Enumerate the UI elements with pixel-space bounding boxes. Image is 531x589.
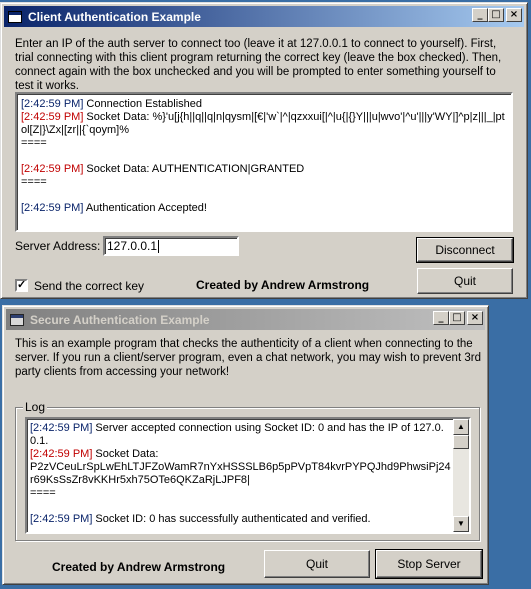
server-log-box[interactable]: [2:42:59 PM] Server accepted connection …	[25, 417, 471, 534]
text-caret	[158, 239, 160, 253]
server-log-content: [2:42:59 PM] Server accepted connection …	[30, 422, 451, 526]
server-address-label: Server Address:	[15, 239, 101, 253]
log-timestamp: [2:42:59 PM]	[21, 163, 84, 175]
client-description: Enter an IP of the auth server to connec…	[15, 38, 502, 92]
scroll-thumb[interactable]	[453, 435, 469, 449]
minimize-button[interactable]: _	[472, 8, 488, 22]
send-key-label[interactable]: Send the correct key	[34, 279, 144, 293]
log-timestamp: [2:42:59 PM]	[30, 513, 93, 525]
log-text: P2zVCeuLrSpLwEhLTJFZoWamR7nYxHSSSLB6p5pP…	[30, 461, 451, 486]
log-line: [2:42:59 PM] Socket Data:	[30, 448, 451, 461]
maximize-button[interactable]: □	[488, 8, 504, 22]
log-timestamp: [2:42:59 PM]	[21, 98, 84, 110]
close-button[interactable]: ×	[506, 8, 522, 22]
log-text: Socket Data: %}'u[j{h||q||q|n|qysm|[€|'w…	[21, 111, 505, 136]
close-button[interactable]: ×	[467, 311, 483, 325]
log-text: ====	[21, 137, 47, 149]
client-quit-label: Quit	[453, 274, 476, 288]
server-address-value: 127.0.0.1	[107, 239, 158, 253]
server-titlebar[interactable]: Secure Authentication Example _ □ ×	[6, 309, 485, 330]
log-text: Authentication Accepted!	[83, 202, 207, 214]
log-line: [2:42:59 PM] Connection Established	[21, 98, 507, 111]
server-credit: Created by Andrew Armstrong	[52, 560, 226, 574]
log-line: P2zVCeuLrSpLwEhLTJFZoWamR7nYxHSSSLB6p5pP…	[30, 461, 451, 487]
log-group-label: Log	[23, 400, 48, 414]
send-key-checkbox[interactable]: ✓	[15, 279, 28, 292]
maximize-button[interactable]: □	[449, 311, 465, 325]
log-line: [2:42:59 PM] Authentication Accepted!	[21, 202, 507, 215]
log-line: [2:42:59 PM] Socket Data: %}'u[j{h||q||q…	[21, 111, 507, 137]
disconnect-button-label: Disconnect	[435, 243, 495, 257]
scroll-down-arrow-icon[interactable]: ▼	[453, 516, 469, 532]
app-window-icon	[8, 10, 22, 23]
server-window: Secure Authentication Example _ □ × This…	[2, 305, 489, 585]
scroll-up-arrow-icon[interactable]: ▲	[453, 419, 469, 435]
log-line: [2:42:59 PM] Socket ID: 0 has successful…	[30, 513, 451, 526]
log-timestamp: [2:42:59 PM]	[21, 111, 84, 123]
log-line: ====	[21, 137, 507, 150]
client-titlebar[interactable]: Client Authentication Example _ □ ×	[4, 6, 524, 27]
log-text: Socket Data: AUTHENTICATION|GRANTED	[83, 163, 305, 175]
client-log-content: [2:42:59 PM] Connection Established [2:42…	[21, 98, 507, 215]
log-text: Connection Established	[83, 98, 203, 110]
server-window-controls: _ □ ×	[433, 311, 483, 325]
log-timestamp: [2:42:59 PM]	[30, 448, 93, 460]
client-window-title: Client Authentication Example	[28, 9, 201, 24]
log-text: ====	[21, 176, 47, 188]
log-line: ====	[30, 487, 451, 500]
client-quit-button[interactable]: Quit	[417, 268, 513, 294]
client-window: Client Authentication Example _ □ × Ente…	[0, 2, 528, 299]
client-credit: Created by Andrew Armstrong	[196, 278, 370, 292]
client-window-controls: _ □ ×	[472, 8, 522, 22]
log-timestamp: [2:42:59 PM]	[30, 422, 93, 434]
log-text: ====	[30, 487, 56, 499]
server-address-input[interactable]: 127.0.0.1	[103, 236, 239, 256]
stop-server-button[interactable]: Stop Server	[375, 549, 483, 579]
server-description: This is an example program that checks t…	[15, 338, 481, 378]
log-text: Socket Data:	[92, 448, 159, 460]
stop-server-label: Stop Server	[397, 557, 461, 571]
log-text: Server accepted connection using Socket …	[30, 422, 444, 447]
log-timestamp: [2:42:59 PM]	[21, 202, 84, 214]
server-log-scrollbar[interactable]: ▲ ▼	[453, 419, 469, 532]
disconnect-button[interactable]: Disconnect	[416, 237, 514, 263]
server-window-title: Secure Authentication Example	[30, 312, 210, 327]
log-line: ====	[21, 176, 507, 189]
log-line: [2:42:59 PM] Server accepted connection …	[30, 422, 451, 448]
minimize-button[interactable]: _	[433, 311, 449, 325]
app-window-icon	[10, 313, 24, 326]
log-text: Socket ID: 0 has successfully authentica…	[92, 513, 371, 525]
log-line: [2:42:59 PM] Socket Data: AUTHENTICATION…	[21, 163, 507, 176]
server-quit-label: Quit	[305, 557, 328, 571]
client-log-box[interactable]: [2:42:59 PM] Connection Established [2:42…	[15, 92, 513, 232]
server-quit-button[interactable]: Quit	[264, 550, 370, 578]
